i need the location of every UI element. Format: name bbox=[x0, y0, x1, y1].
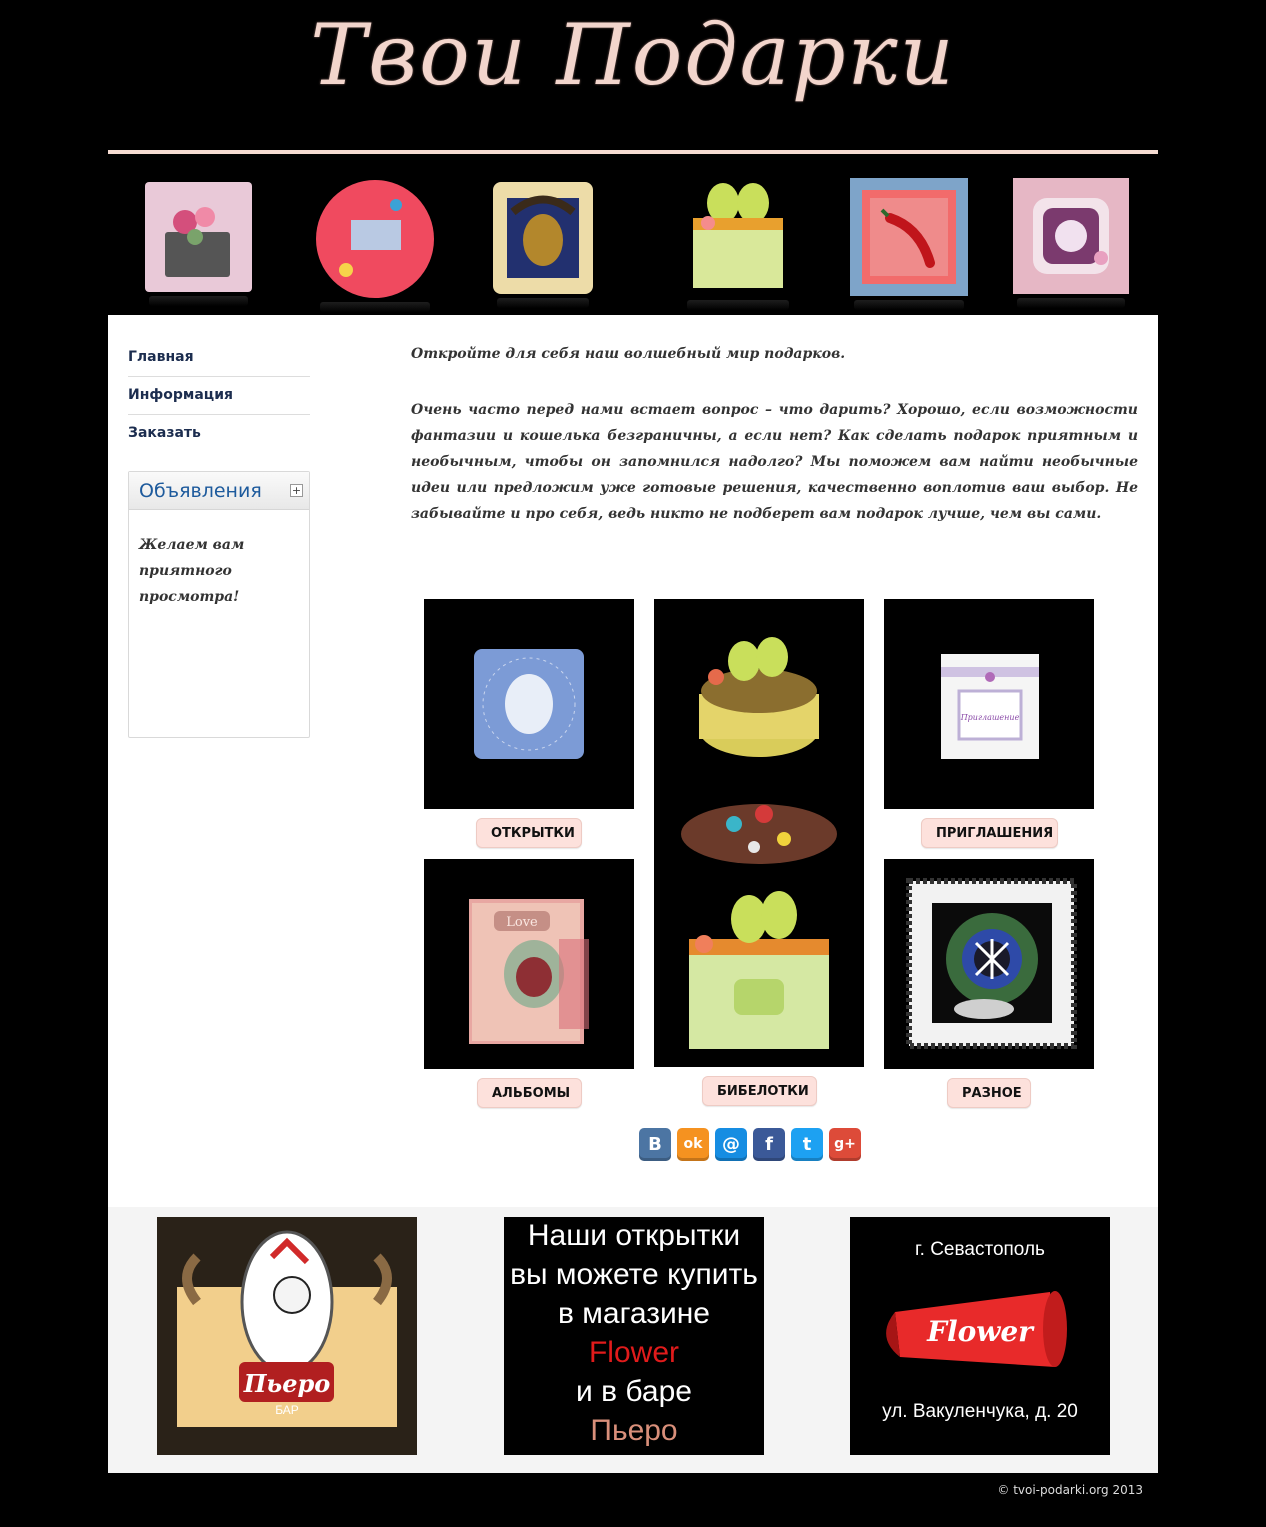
nav-home[interactable]: Главная bbox=[128, 339, 310, 377]
copyright: © tvoi-podarki.org 2013 bbox=[997, 1483, 1143, 1497]
banner-strip bbox=[108, 160, 1158, 315]
announcements-title: Объявления bbox=[139, 480, 262, 502]
cards-button[interactable]: ОТКРЫТКИ bbox=[476, 818, 582, 848]
piero-bar-name: Пьеро bbox=[243, 1369, 331, 1398]
piero-bar-sub: БАР bbox=[275, 1403, 299, 1417]
shop-line-5: и в баре bbox=[576, 1375, 692, 1408]
shop-line-6: Пьеро bbox=[590, 1414, 678, 1447]
invitations-button[interactable]: ПРИГЛАШЕНИЯ bbox=[921, 818, 1058, 848]
announcements-text: Желаем вам приятного просмотра! bbox=[139, 537, 245, 605]
misc-image[interactable] bbox=[884, 859, 1094, 1069]
trinkets-button[interactable]: БИБЕЛОТКИ bbox=[702, 1076, 817, 1106]
twitter-icon[interactable]: t bbox=[791, 1128, 823, 1161]
shop-line-2: вы можете купить bbox=[510, 1258, 758, 1291]
main-content: Главная Информация Заказать Объявления +… bbox=[108, 315, 1158, 1207]
announcements-header: Объявления + bbox=[129, 472, 309, 510]
misc-button[interactable]: РАЗНОЕ bbox=[947, 1078, 1031, 1108]
piero-bar-banner[interactable]: Пьеро БАР bbox=[157, 1217, 417, 1455]
article-intro: Откройте для себя наш волшебный мир пода… bbox=[411, 346, 846, 362]
shop-line-1: Наши открытки bbox=[527, 1219, 741, 1252]
expand-icon[interactable]: + bbox=[290, 484, 303, 497]
card-flowers-icon bbox=[145, 182, 252, 306]
mask-card-icon bbox=[493, 182, 593, 308]
lace-card-icon bbox=[1013, 178, 1129, 308]
albums-button[interactable]: АЛЬБОМЫ bbox=[477, 1078, 582, 1108]
logo-text: Твои Подарки bbox=[310, 6, 956, 104]
mail-icon[interactable]: @ bbox=[715, 1128, 747, 1161]
flower-address: ул. Вакуленчука, д. 20 bbox=[882, 1401, 1078, 1422]
trinkets-image[interactable] bbox=[654, 599, 864, 1067]
invitation-card-text: Приглашение bbox=[960, 713, 1020, 722]
shop-line-4: Flower bbox=[588, 1336, 679, 1369]
header-divider bbox=[108, 150, 1158, 154]
albums-image[interactable]: Love bbox=[424, 859, 634, 1069]
vk-icon[interactable]: B bbox=[639, 1128, 671, 1161]
invitations-image[interactable]: Приглашение bbox=[884, 599, 1094, 809]
site-logo[interactable]: Твои Подарки bbox=[108, 0, 1158, 150]
box-eggs-icon bbox=[683, 178, 793, 310]
article: Откройте для себя наш волшебный мир пода… bbox=[411, 341, 1138, 527]
main-nav: Главная Информация Заказать bbox=[128, 339, 310, 453]
shop-banner[interactable]: Наши открытки вы можете купить в магазин… bbox=[504, 1217, 764, 1455]
nav-info[interactable]: Информация bbox=[128, 377, 310, 415]
google-plus-icon[interactable]: g+ bbox=[829, 1128, 861, 1161]
nav-order[interactable]: Заказать bbox=[128, 415, 310, 453]
flower-logo: Flower bbox=[927, 1315, 1033, 1348]
odnoklassniki-icon[interactable]: ok bbox=[677, 1128, 709, 1161]
cards-image[interactable] bbox=[424, 599, 634, 809]
album-text: Love bbox=[506, 915, 538, 930]
flower-shop-banner[interactable]: г. Севастополь Flower ул. Вакуленчука, д… bbox=[850, 1217, 1110, 1455]
pepper-card-icon bbox=[850, 178, 968, 310]
shop-line-3: в магазине bbox=[558, 1297, 710, 1330]
facebook-icon[interactable]: f bbox=[753, 1128, 785, 1161]
article-body: Очень часто перед нами встает вопрос – ч… bbox=[411, 402, 1138, 522]
round-card-icon bbox=[316, 180, 434, 312]
announcements-widget: Объявления + Желаем вам приятного просмо… bbox=[128, 471, 310, 738]
partner-banners: Пьеро БАР Наши открытки вы можете купить… bbox=[108, 1207, 1158, 1473]
